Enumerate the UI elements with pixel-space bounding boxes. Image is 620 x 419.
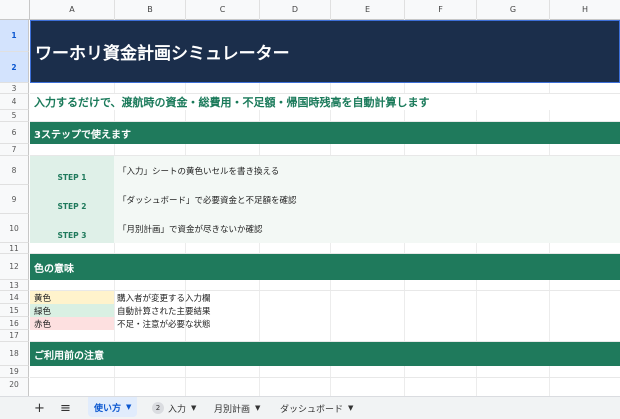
- tab-monthly-plan[interactable]: 月別計画 ▼: [208, 397, 266, 419]
- steps-section-header[interactable]: 3ステップで使えます: [30, 122, 620, 144]
- red-description[interactable]: 不足・注意が必要な状態: [117, 318, 211, 330]
- chevron-down-icon[interactable]: ▼: [348, 404, 353, 412]
- sheet-tab-bar: + ≡ 使い方 ▼ 2 入力 ▼ 月別計画 ▼ ダッシュボード ▼: [0, 396, 620, 419]
- sheet-title-cell[interactable]: ワーホリ資金計画シミュレーター: [30, 20, 620, 83]
- green-description[interactable]: 自動計算された主要結果: [117, 305, 211, 317]
- row-header-4[interactable]: 4: [0, 94, 29, 110]
- column-header-e[interactable]: E: [331, 0, 405, 19]
- row-header-13[interactable]: 13: [0, 280, 29, 291]
- grid-line: [30, 290, 620, 291]
- column-header-f[interactable]: F: [405, 0, 477, 19]
- column-header-c[interactable]: C: [186, 0, 260, 19]
- chevron-down-icon[interactable]: ▼: [126, 403, 131, 411]
- step-3-text[interactable]: 「月別計画」で資金が尽きないか確認: [118, 223, 263, 235]
- row-header-10[interactable]: 10: [0, 214, 29, 243]
- step-1-text[interactable]: 「入力」シートの黄色いセルを書き換える: [118, 165, 279, 177]
- row-header-8[interactable]: 8: [0, 156, 29, 185]
- step-1-label[interactable]: STEP 1: [30, 156, 114, 185]
- tab-input[interactable]: 2 入力 ▼: [146, 397, 202, 419]
- colors-section-title: 色の意味: [34, 263, 74, 275]
- step-2-text[interactable]: 「ダッシュボード」で必要資金と不足額を確認: [118, 194, 297, 206]
- notes-section-header[interactable]: ご利用前の注意: [30, 342, 620, 366]
- select-all-corner[interactable]: [0, 0, 30, 19]
- tab-howto[interactable]: 使い方 ▼: [88, 397, 138, 417]
- spreadsheet-grid: A B C D E F G H 1 2 3 4 5 6 7 8 9 10 11 …: [0, 0, 620, 397]
- row-header-14[interactable]: 14: [0, 291, 29, 304]
- row-header-15[interactable]: 15: [0, 304, 29, 317]
- green-swatch[interactable]: 緑色: [30, 304, 114, 317]
- column-header-d[interactable]: D: [260, 0, 331, 19]
- red-swatch[interactable]: 赤色: [30, 317, 114, 330]
- yellow-swatch[interactable]: 黄色: [30, 291, 114, 304]
- row-header-11[interactable]: 11: [0, 243, 29, 254]
- step-2-label[interactable]: STEP 2: [30, 185, 114, 214]
- tab-input-label: 入力: [168, 404, 187, 415]
- subtitle-cell[interactable]: 入力するだけで、渡航時の資金・総費用・不足額・帰国時残高を自動計算します: [30, 94, 620, 110]
- add-sheet-icon[interactable]: +: [34, 397, 45, 419]
- row-header-6[interactable]: 6: [0, 122, 29, 144]
- row-header-18[interactable]: 18: [0, 342, 29, 366]
- chevron-down-icon[interactable]: ▼: [255, 404, 260, 412]
- row-header-3[interactable]: 3: [0, 83, 29, 94]
- row-header-19[interactable]: 19: [0, 366, 29, 378]
- column-header-g[interactable]: G: [477, 0, 550, 19]
- column-header-bar: A B C D E F G H: [0, 0, 620, 20]
- yellow-description[interactable]: 購入者が変更する入力欄: [117, 292, 211, 304]
- column-header-h[interactable]: H: [550, 0, 620, 19]
- tab-monthly-plan-label: 月別計画: [214, 404, 251, 415]
- row-header-2[interactable]: 2: [0, 52, 29, 83]
- row-header-1[interactable]: 1: [0, 20, 29, 52]
- column-header-a[interactable]: A: [30, 0, 115, 19]
- notification-badge: 2: [152, 402, 164, 414]
- row-header-7[interactable]: 7: [0, 144, 29, 156]
- steps-section-title: 3ステップで使えます: [34, 129, 131, 141]
- row-header-20[interactable]: 20: [0, 378, 29, 397]
- row-header-5[interactable]: 5: [0, 110, 29, 122]
- tab-dashboard[interactable]: ダッシュボード ▼: [274, 397, 359, 419]
- row-header-16[interactable]: 16: [0, 317, 29, 330]
- row-header-9[interactable]: 9: [0, 185, 29, 214]
- step-3-label[interactable]: STEP 3: [30, 214, 114, 243]
- row-header-12[interactable]: 12: [0, 254, 29, 280]
- chevron-down-icon[interactable]: ▼: [191, 404, 196, 412]
- tab-dashboard-label: ダッシュボード: [280, 404, 344, 415]
- subtitle-text: 入力するだけで、渡航時の資金・総費用・不足額・帰国時残高を自動計算します: [34, 96, 430, 109]
- notes-section-title: ご利用前の注意: [34, 350, 104, 362]
- grid-line: [30, 377, 620, 378]
- all-sheets-list-icon[interactable]: ≡: [60, 397, 71, 419]
- row-header-17[interactable]: 17: [0, 330, 29, 342]
- sheet-title: ワーホリ資金計画シミュレーター: [35, 44, 290, 64]
- column-header-b[interactable]: B: [115, 0, 186, 19]
- colors-section-header[interactable]: 色の意味: [30, 254, 620, 280]
- tab-howto-label: 使い方: [94, 403, 122, 414]
